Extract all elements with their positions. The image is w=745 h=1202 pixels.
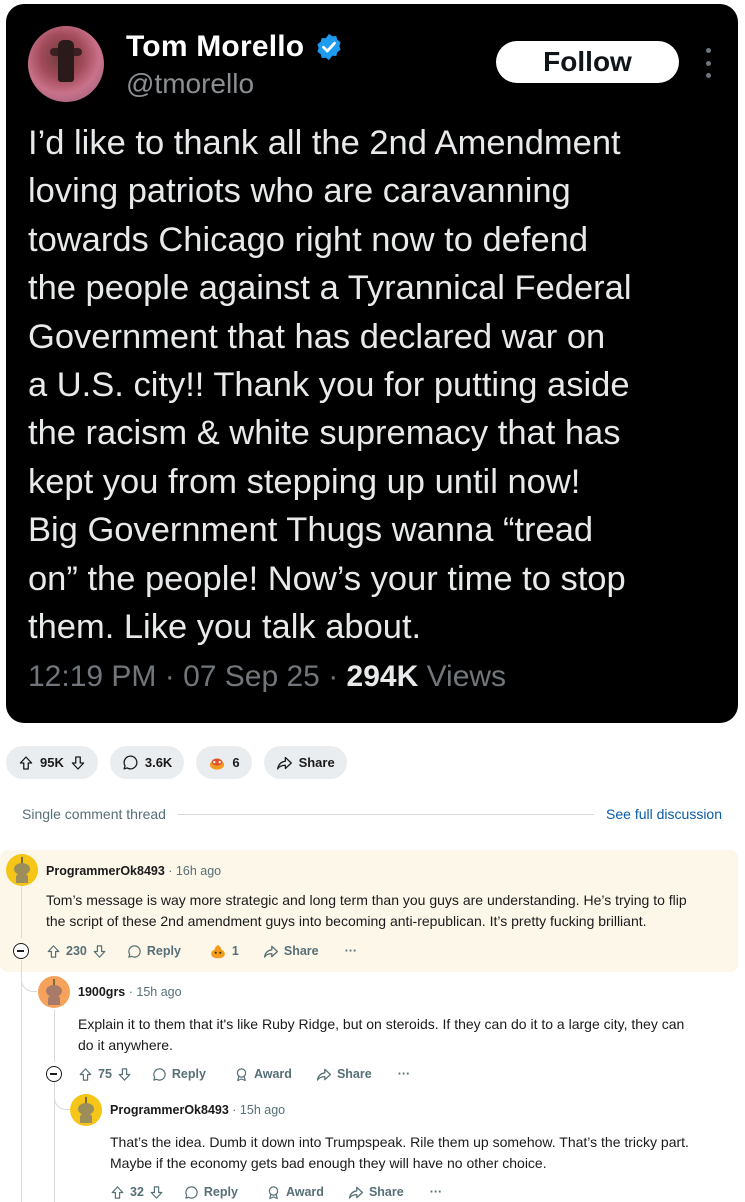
award-icon [268, 1185, 279, 1199]
comment-body: Tom’s message is way more strategic and … [46, 892, 687, 929]
avatar[interactable] [70, 1094, 102, 1126]
award-count: 1 [231, 944, 239, 958]
comment-vote: 75 [78, 1067, 132, 1082]
award-count: 6 [232, 755, 240, 770]
comment-author: ProgrammerOk8493 · 15h ago [110, 1103, 285, 1117]
award-button[interactable]: 1 [209, 943, 239, 960]
comment-vote-count: 230 [66, 944, 87, 958]
follow-button: Follow [496, 41, 679, 83]
share-icon [263, 945, 278, 958]
comment-vote-count: 75 [98, 1067, 112, 1081]
more-options-icon [698, 48, 718, 78]
comment-vote: 32 [110, 1185, 164, 1200]
reply-button[interactable]: Reply [127, 944, 181, 959]
award-emoji-icon [210, 758, 225, 770]
downvote-icon[interactable] [149, 1185, 164, 1200]
comments-button[interactable]: 3.6K [109, 746, 185, 779]
comment-vote-count: 32 [130, 1185, 144, 1199]
see-full-discussion-link[interactable]: See full discussion [606, 806, 722, 822]
collapse-thread-button[interactable] [13, 943, 29, 959]
award-button[interactable]: 6 [196, 746, 252, 779]
share-button[interactable]: Share [316, 1067, 372, 1082]
thread-line [54, 1010, 55, 1062]
more-options-button[interactable]: ··· [430, 1185, 443, 1199]
award-emoji-icon [211, 944, 225, 958]
comment-username[interactable]: ProgrammerOk8493 [110, 1103, 229, 1117]
thread-line [21, 886, 22, 938]
comment-time: · 16h ago [164, 864, 222, 878]
upvote-icon[interactable] [78, 1067, 93, 1082]
more-options-button[interactable]: ··· [398, 1067, 411, 1081]
reply-icon [128, 944, 141, 958]
upvote-icon[interactable] [18, 755, 34, 771]
reply-icon [185, 1185, 198, 1199]
tweet-handle: @tmorello [126, 68, 255, 99]
comment-actions: 230 Reply 1 Share ··· [46, 940, 357, 962]
tweet-text: I’d like to thank all the 2nd Amendment … [28, 124, 632, 647]
comment-time: · 15h ago [228, 1103, 286, 1117]
comment-count: 3.6K [144, 755, 173, 770]
share-button[interactable]: Share [348, 1185, 404, 1200]
downvote-icon[interactable] [92, 944, 107, 959]
thread-line [21, 960, 22, 1202]
comment-body: Explain it to them that it's like Ruby R… [78, 1016, 685, 1053]
comment-author: 1900grs · 15h ago [78, 985, 182, 999]
tweet-timestamp: 12:19 PM · 07 Sep 25 · 294K Views [28, 660, 507, 693]
thread-connector [21, 972, 37, 992]
upvote-icon[interactable] [110, 1185, 125, 1200]
collapse-thread-button[interactable] [46, 1066, 62, 1082]
comment-icon [123, 755, 138, 770]
comment-body: That’s the idea. Dumb it down into Trump… [110, 1134, 689, 1171]
comment-vote: 230 [46, 944, 107, 959]
comment-username[interactable]: 1900grs [78, 985, 125, 999]
thread-label: Single comment thread [22, 806, 166, 822]
upvote-icon[interactable] [46, 944, 61, 959]
reply-button[interactable]: Reply [184, 1185, 238, 1200]
comment-actions: 75 Reply Award Share ··· [78, 1063, 410, 1085]
tweet-avatar [28, 26, 104, 102]
share-icon [348, 1186, 363, 1199]
vote-pill: 95K [6, 746, 98, 779]
reply-icon [153, 1067, 166, 1081]
comment-author: ProgrammerOk8493 · 16h ago [46, 864, 221, 878]
more-options-button[interactable]: ··· [345, 944, 358, 958]
comment-actions: 32 Reply Award Share ··· [110, 1181, 442, 1202]
verified-badge-icon [317, 33, 341, 61]
divider [177, 813, 595, 815]
comment-username[interactable]: ProgrammerOk8493 [46, 864, 165, 878]
vote-count: 95K [40, 755, 64, 770]
thread-connector [54, 1090, 70, 1110]
tweet-author-name: Tom Morello [126, 30, 305, 63]
share-button[interactable]: Share [263, 746, 347, 779]
award-button[interactable]: Award [234, 1067, 292, 1082]
thread-header: Single comment thread See full discussio… [22, 805, 722, 823]
comment-time: · 15h ago [125, 985, 182, 999]
avatar[interactable] [6, 854, 38, 886]
reply-button[interactable]: Reply [152, 1067, 206, 1082]
post-action-bar: 95K 3.6K 6 Share [6, 746, 347, 780]
downvote-icon[interactable] [70, 755, 86, 771]
share-icon [316, 1068, 331, 1081]
downvote-icon[interactable] [117, 1067, 132, 1082]
share-button[interactable]: Share [263, 944, 319, 959]
tweet-author: Tom Morello [126, 30, 344, 64]
tweet-screenshot: Tom Morello @tmorello Follow I’d like to… [6, 4, 738, 723]
avatar[interactable] [38, 976, 70, 1008]
award-button[interactable]: Award [266, 1185, 324, 1200]
tweet-views-count: 294K [346, 660, 419, 693]
award-icon [236, 1067, 247, 1081]
share-icon [276, 756, 292, 770]
